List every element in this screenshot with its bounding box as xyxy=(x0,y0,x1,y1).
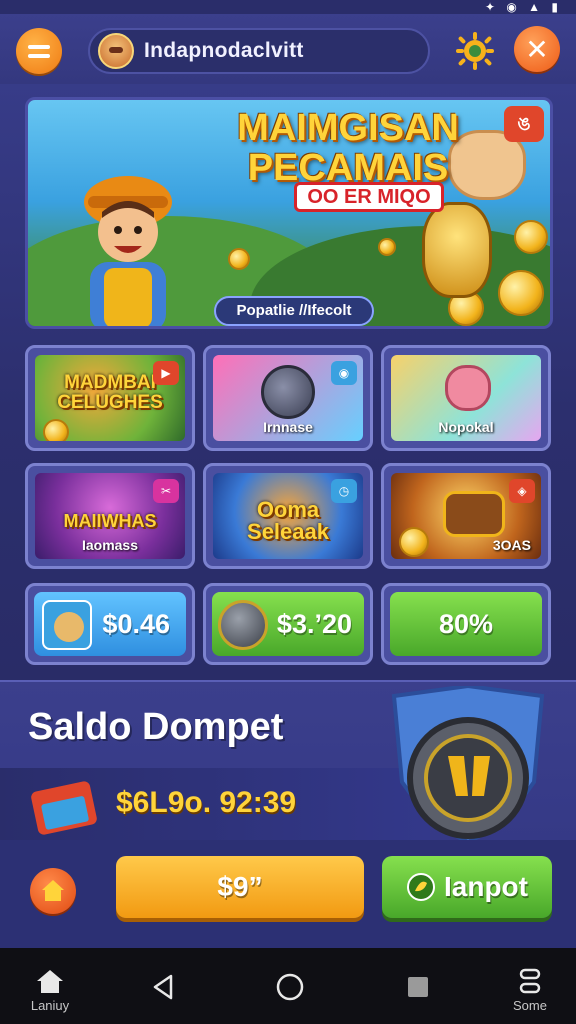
menu-button[interactable] xyxy=(16,28,62,74)
game-tile-3[interactable]: Nopokal xyxy=(381,345,551,451)
home-button[interactable] xyxy=(30,868,76,914)
coin xyxy=(399,527,429,557)
treasure-chest-icon xyxy=(443,491,505,537)
nav-home[interactable]: Laniuy xyxy=(18,948,82,1024)
primary-action-button[interactable]: $9” xyxy=(116,856,364,918)
address-text: Indapnodaclvitt xyxy=(144,39,304,62)
banner-title-line1: MAIMGISAN xyxy=(237,107,459,149)
hamster-icon xyxy=(42,600,92,650)
action-bar: $9” Ianpot xyxy=(0,840,576,948)
price-button-2[interactable]: $3.’20 xyxy=(203,583,373,665)
game-tile-label: Iaomass xyxy=(81,537,139,553)
coin-medal-icon xyxy=(218,600,268,650)
system-navbar: Laniuy Some xyxy=(0,948,576,1024)
banner-character-boy xyxy=(84,176,172,326)
game-tile-6[interactable]: ◈ 3OAS xyxy=(381,463,551,569)
leaf-coin-icon xyxy=(407,873,435,901)
secondary-action-label: Ianpot xyxy=(444,871,528,902)
banner-title: MAIMGISAN PECAMAIS xyxy=(234,108,462,188)
hamburger-icon xyxy=(28,44,50,49)
game-tile-label: Nopokal xyxy=(438,419,494,435)
promo-banner[interactable]: MAIMGISAN PECAMAIS OO ER MIQO Popatlie /… xyxy=(25,97,553,329)
scissors-icon: ✂ xyxy=(153,479,179,503)
gem-icon: ◈ xyxy=(509,479,535,503)
menu-icon xyxy=(519,968,541,994)
hamburger-icon-line xyxy=(28,53,50,58)
clock-icon: ◷ xyxy=(331,479,357,503)
avatar xyxy=(98,33,134,69)
banner-character-robot xyxy=(422,202,492,298)
shield-emblem-icon xyxy=(391,686,545,842)
nav-recents[interactable] xyxy=(400,948,436,1024)
recents-square-icon xyxy=(408,977,428,997)
price-value: $0.46 xyxy=(102,608,170,639)
banner-subtitle: OO ER MIQO xyxy=(294,182,444,212)
game-tile-5[interactable]: Ooma Seleaak ◷ xyxy=(203,463,373,569)
close-button[interactable]: ✕ xyxy=(514,26,560,72)
coin xyxy=(514,220,548,254)
play-icon: ▶ xyxy=(153,361,179,385)
game-tile-1[interactable]: MADMBAI CELUGHES ▶ xyxy=(25,345,195,451)
home-circle-icon xyxy=(276,973,304,1001)
price-button-1[interactable]: $0.46 xyxy=(25,583,195,665)
price-value: 80% xyxy=(438,608,494,639)
status-icons: ✦ ◉ ▲ ▮ xyxy=(484,0,562,14)
game-tile-4[interactable]: MAIIWHAS ✂ Iaomass xyxy=(25,463,195,569)
wallet-balance: $6L9o. 92:39 xyxy=(116,786,297,819)
address-bar[interactable]: Indapnodaclvitt xyxy=(88,28,430,74)
primary-action-label: $9” xyxy=(217,871,263,902)
nav-back[interactable] xyxy=(146,948,182,1024)
home-icon xyxy=(42,880,64,901)
game-tile-character-cat xyxy=(445,365,491,411)
settings-sun-icon[interactable] xyxy=(454,30,496,72)
game-tile-title: Ooma Seleaak xyxy=(247,497,329,544)
nav-menu[interactable]: Some xyxy=(498,948,562,1024)
price-value: $3.’20 xyxy=(276,608,352,639)
game-tile-character xyxy=(261,365,315,419)
coin xyxy=(378,238,396,256)
price-button-3[interactable]: 80% xyxy=(381,583,551,665)
radio-icon: ◉ xyxy=(331,361,357,385)
coin xyxy=(228,248,250,270)
nav-home-circle[interactable] xyxy=(272,948,308,1024)
top-bar: Indapnodaclvitt ✕ xyxy=(0,14,576,84)
home-icon xyxy=(37,970,63,993)
game-tile-2[interactable]: ◉ Irnnase xyxy=(203,345,373,451)
back-triangle-icon xyxy=(153,974,173,1000)
status-bar: ✦ ◉ ▲ ▮ xyxy=(0,0,576,14)
wallet-title: Saldo Dompet xyxy=(28,706,284,748)
coin xyxy=(43,419,69,441)
banner-badge: ঙ xyxy=(504,106,544,142)
wallet-card-icon xyxy=(31,781,97,835)
coin xyxy=(498,270,544,316)
close-icon: ✕ xyxy=(525,33,549,65)
secondary-action-button[interactable]: Ianpot xyxy=(382,856,552,918)
game-tile-title: MAIIWHAS xyxy=(63,511,157,531)
nav-label: Laniuy xyxy=(30,998,70,1013)
banner-tag-button[interactable]: Popatlie //Ifecolt xyxy=(214,296,374,326)
nav-label: Some xyxy=(513,998,547,1013)
game-tile-label: Irnnase xyxy=(263,419,313,435)
game-tile-label: 3OAS xyxy=(492,537,531,553)
